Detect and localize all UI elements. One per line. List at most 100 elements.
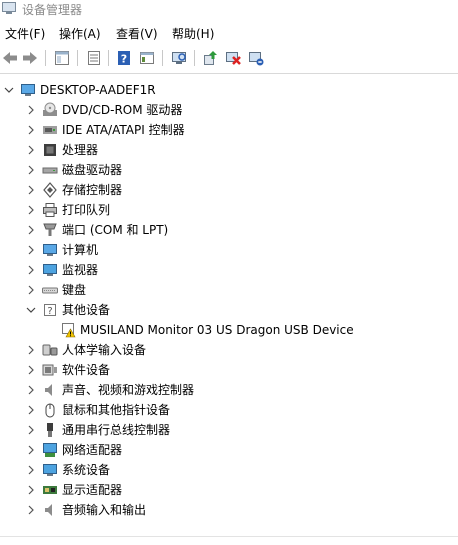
tree-item-network[interactable]: 网络适配器 — [26, 440, 122, 460]
tree-item-hid[interactable]: 人体学输入设备 — [26, 340, 146, 360]
chevron-right-icon[interactable] — [26, 380, 36, 400]
tree-item-label: 计算机 — [62, 243, 99, 257]
chevron-down-icon[interactable] — [26, 300, 36, 320]
chevron-right-icon[interactable] — [26, 240, 36, 260]
tree-item-printer[interactable]: 打印队列 — [26, 200, 110, 220]
tree-root-label: DESKTOP-AADEF1R — [40, 83, 156, 97]
tree-item-label: 音频输入和输出 — [62, 503, 147, 517]
unknown-device-icon: ? — [42, 302, 58, 318]
tree-item-software[interactable]: 软件设备 — [26, 360, 110, 380]
chevron-right-icon[interactable] — [26, 220, 36, 240]
keyboard-icon — [42, 282, 58, 298]
chevron-right-icon[interactable] — [26, 440, 36, 460]
status-divider — [0, 536, 458, 537]
tree-item-usb[interactable]: 通用串行总线控制器 — [26, 420, 170, 440]
forward-arrow-icon[interactable] — [20, 48, 40, 68]
tree-item-processor[interactable]: 处理器 — [26, 140, 98, 160]
chevron-right-icon[interactable] — [26, 400, 36, 420]
chevron-right-icon[interactable] — [26, 280, 36, 300]
chevron-right-icon[interactable] — [26, 180, 36, 200]
details-icon[interactable] — [137, 48, 157, 68]
scan-hardware-icon[interactable] — [169, 48, 189, 68]
svg-text:?: ? — [121, 53, 127, 66]
toolbar-separator — [45, 50, 46, 66]
window-title: 设备管理器 — [22, 3, 83, 17]
software-device-icon — [42, 362, 58, 378]
chevron-right-icon[interactable] — [26, 120, 36, 140]
audio-io-icon — [42, 502, 58, 518]
menu-help[interactable]: 帮助(H) — [172, 24, 214, 44]
list-icon[interactable] — [84, 48, 104, 68]
tree-item-port[interactable]: 端口 (COM 和 LPT) — [26, 220, 168, 240]
tree-item-label: 鼠标和其他指针设备 — [62, 403, 171, 417]
chevron-right-icon[interactable] — [26, 340, 36, 360]
update-driver-icon[interactable] — [200, 48, 220, 68]
tree-root[interactable]: DESKTOP-AADEF1R — [4, 80, 156, 100]
chevron-right-icon[interactable] — [26, 460, 36, 480]
tree-item-other-devices[interactable]: ? 其他设备 — [26, 300, 110, 320]
chevron-right-icon[interactable] — [26, 420, 36, 440]
tree-item-label: 网络适配器 — [62, 443, 123, 457]
tree-item-label: 软件设备 — [62, 363, 111, 377]
help-icon[interactable]: ? — [114, 48, 134, 68]
chevron-right-icon[interactable] — [26, 140, 36, 160]
ide-controller-icon — [42, 122, 58, 138]
tree-item-label: 键盘 — [62, 283, 87, 297]
svg-text:?: ? — [47, 306, 52, 317]
menu-action[interactable]: 操作(A) — [59, 24, 101, 44]
tree-item-musiland-device[interactable]: MUSILAND Monitor 03 US Dragon USB Device — [52, 320, 354, 340]
tree-item-disk[interactable]: 磁盘驱动器 — [26, 160, 122, 180]
tree-item-label: 端口 (COM 和 LPT) — [62, 223, 169, 237]
chevron-right-icon[interactable] — [26, 500, 36, 520]
computer-icon — [42, 242, 58, 258]
uninstall-device-icon[interactable] — [246, 48, 266, 68]
chevron-right-icon[interactable] — [26, 260, 36, 280]
toolbar: ? — [0, 46, 458, 70]
disk-drive-icon — [42, 162, 58, 178]
chevron-right-icon[interactable] — [26, 200, 36, 220]
tree-item-monitor[interactable]: 监视器 — [26, 260, 98, 280]
title-bar: 设备管理器 — [0, 0, 458, 18]
tree-item-label: 系统设备 — [62, 463, 111, 477]
tree-item-dvd[interactable]: DVD/CD-ROM 驱动器 — [26, 100, 182, 120]
computer-icon — [20, 82, 36, 98]
menu-file[interactable]: 文件(F) — [5, 24, 45, 44]
tree-item-mouse[interactable]: 鼠标和其他指针设备 — [26, 400, 170, 420]
chevron-right-icon[interactable] — [26, 160, 36, 180]
toolbar-separator — [108, 50, 109, 66]
port-icon — [42, 222, 58, 238]
tree-item-label: 通用串行总线控制器 — [62, 423, 171, 437]
tree-item-label: MUSILAND Monitor 03 US Dragon USB Device — [80, 323, 354, 337]
tree-item-audio-io[interactable]: 音频输入和输出 — [26, 500, 146, 520]
toolbar-separator — [77, 50, 78, 66]
printer-icon — [42, 202, 58, 218]
tree-item-label: 声音、视频和游戏控制器 — [62, 383, 195, 397]
tree-item-label: 存储控制器 — [62, 183, 123, 197]
tree-item-sound[interactable]: 声音、视频和游戏控制器 — [26, 380, 194, 400]
hid-icon — [42, 342, 58, 358]
mouse-icon — [42, 402, 58, 418]
monitor-icon — [42, 262, 58, 278]
tree-item-system[interactable]: 系统设备 — [26, 460, 110, 480]
sound-icon — [42, 382, 58, 398]
menu-bar: 文件(F) 操作(A) 查看(V) 帮助(H) — [0, 24, 458, 44]
tree-item-ide[interactable]: IDE ATA/ATAPI 控制器 — [26, 120, 185, 140]
warning-device-icon — [60, 322, 76, 338]
properties-icon[interactable] — [52, 48, 72, 68]
tree-item-computer[interactable]: 计算机 — [26, 240, 98, 260]
back-arrow-icon[interactable] — [0, 48, 20, 68]
processor-icon — [42, 142, 58, 158]
tree-item-keyboard[interactable]: 键盘 — [26, 280, 86, 300]
toolbar-separator — [162, 50, 163, 66]
menu-view[interactable]: 查看(V) — [116, 24, 158, 44]
tree-item-display[interactable]: 显示适配器 — [26, 480, 122, 500]
chevron-right-icon[interactable] — [26, 480, 36, 500]
disable-device-icon[interactable] — [223, 48, 243, 68]
chevron-right-icon[interactable] — [26, 360, 36, 380]
tree-item-storage[interactable]: 存储控制器 — [26, 180, 122, 200]
chevron-right-icon[interactable] — [26, 100, 36, 120]
toolbar-separator — [194, 50, 195, 66]
usb-icon — [42, 422, 58, 438]
tree-item-label: IDE ATA/ATAPI 控制器 — [62, 123, 185, 137]
chevron-down-icon[interactable] — [4, 80, 14, 100]
